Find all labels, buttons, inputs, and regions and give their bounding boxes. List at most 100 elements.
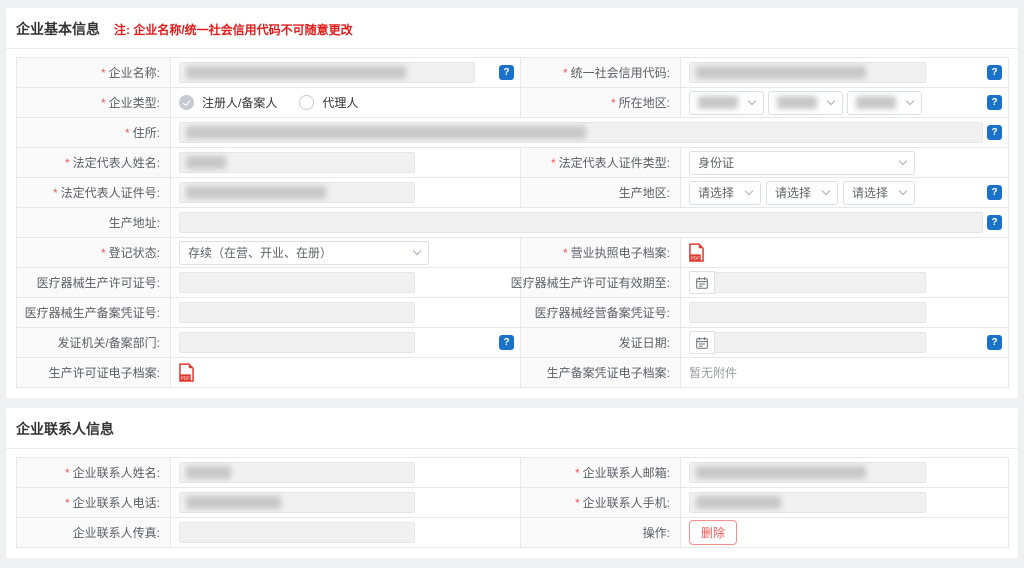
region-district-select[interactable] [847, 91, 922, 115]
contact-phone-input[interactable] [179, 492, 415, 513]
contact-mobile-cell [681, 488, 1009, 518]
company-type-label: * 企业类型: [17, 88, 171, 118]
redacted-legal-rep-name [186, 156, 226, 169]
issuing-authority-cell: ? [171, 328, 521, 358]
prod-license-valid-until-input[interactable] [715, 272, 926, 293]
production-region-district-select[interactable]: 请选择 [843, 181, 915, 205]
company-name-input[interactable] [179, 62, 475, 83]
prod-license-no-cell [171, 268, 521, 298]
region-city-select[interactable] [768, 91, 843, 115]
contact-phone-cell [171, 488, 521, 518]
issue-date-cell: ? [681, 328, 1009, 358]
production-address-cell: ? [171, 208, 1009, 238]
calendar-icon[interactable] [689, 271, 715, 294]
legal-cert-no-cell [171, 178, 521, 208]
radio-agent-label[interactable]: 代理人 [322, 94, 358, 111]
business-filing-no-label: 医疗器械经营备案凭证号: [521, 298, 681, 328]
chevron-down-icon [822, 187, 830, 195]
region-help-icon[interactable]: ? [987, 95, 1002, 110]
contact-info-title: 企业联系人信息 [16, 419, 114, 439]
prod-filing-no-input[interactable] [179, 302, 415, 323]
business-license-file-label: * 营业执照电子档案: [521, 238, 681, 268]
legal-cert-no-label: * 法定代表人证件号: [17, 178, 171, 208]
production-region-cell: 请选择 请选择 请选择 ? [681, 178, 1009, 208]
prod-license-no-input[interactable] [179, 272, 415, 293]
calendar-icon[interactable] [689, 331, 715, 354]
contact-fax-input[interactable] [179, 522, 415, 543]
radio-registrant-label[interactable]: 注册人/备案人 [202, 94, 277, 111]
contact-email-input[interactable] [689, 462, 926, 483]
contact-info-card: 企业联系人信息 * 企业联系人姓名: * 企业联系人邮箱: [6, 408, 1018, 558]
issue-date-help-icon[interactable]: ? [987, 335, 1002, 350]
chevron-down-icon [906, 97, 914, 105]
registration-status-select[interactable]: 存续（在营、开业、在册） [179, 241, 429, 265]
radio-agent-unchecked[interactable] [299, 95, 314, 110]
production-region-help-icon[interactable]: ? [987, 185, 1002, 200]
production-region-label: 生产地区: [521, 178, 681, 208]
issuing-authority-input[interactable] [179, 332, 415, 353]
chevron-down-icon [745, 187, 753, 195]
chevron-down-icon [413, 247, 421, 255]
footer-actions: 修改 [0, 558, 1024, 568]
prod-license-valid-until-datepicker [689, 271, 926, 294]
legal-rep-name-cell [171, 148, 521, 178]
svg-text:PDF: PDF [691, 256, 700, 261]
production-address-label: 生产地址: [17, 208, 171, 238]
prod-filing-file-cell: 暂无附件 [681, 358, 1009, 388]
prod-license-file-label: 生产许可证电子档案: [17, 358, 171, 388]
contact-info-table-wrap: * 企业联系人姓名: * 企业联系人邮箱: [6, 449, 1018, 558]
prod-license-no-label: 医疗器械生产许可证号: [17, 268, 171, 298]
no-attachment-text: 暂无附件 [689, 364, 737, 381]
contact-name-input[interactable] [179, 462, 415, 483]
contact-info-table: * 企业联系人姓名: * 企业联系人邮箱: [16, 457, 1008, 548]
issuing-authority-help-icon[interactable]: ? [499, 335, 514, 350]
basic-info-header: 企业基本信息 注: 企业名称/统一社会信用代码不可随意更改 [6, 8, 1018, 49]
business-license-pdf-icon[interactable]: PDF [689, 243, 704, 262]
redacted-credit-code [696, 66, 866, 79]
contact-email-label: * 企业联系人邮箱: [521, 458, 681, 488]
issue-date-label: 发证日期: [521, 328, 681, 358]
business-filing-no-cell [681, 298, 1009, 328]
contact-name-label: * 企业联系人姓名: [17, 458, 171, 488]
production-region-city-select[interactable]: 请选择 [766, 181, 838, 205]
redacted-company-name [186, 66, 406, 79]
contact-mobile-input[interactable] [689, 492, 926, 513]
legal-cert-type-cell: 身份证 [681, 148, 1009, 178]
business-filing-no-input[interactable] [689, 302, 926, 323]
chevron-down-icon [827, 97, 835, 105]
company-name-cell: ? [171, 58, 521, 88]
production-region-province-select[interactable]: 请选择 [689, 181, 761, 205]
contact-phone-label: * 企业联系人电话: [17, 488, 171, 518]
contact-name-cell [171, 458, 521, 488]
production-address-input[interactable] [179, 212, 983, 233]
credit-code-help-icon[interactable]: ? [987, 65, 1002, 80]
region-label: * 所在地区: [521, 88, 681, 118]
registration-status-label: * 登记状态: [17, 238, 171, 268]
address-help-icon[interactable]: ? [987, 125, 1002, 140]
issuing-authority-label: 发证机关/备案部门: [17, 328, 171, 358]
contact-mobile-label: * 企业联系人手机: [521, 488, 681, 518]
prod-filing-file-label: 生产备案凭证电子档案: [521, 358, 681, 388]
production-address-help-icon[interactable]: ? [987, 215, 1002, 230]
legal-rep-name-input[interactable] [179, 152, 415, 173]
issue-date-input[interactable] [715, 332, 926, 353]
redacted-contact-mobile [696, 496, 781, 509]
radio-registrant-checked[interactable] [179, 95, 194, 110]
address-cell: ? [171, 118, 1009, 148]
address-input[interactable] [179, 122, 983, 143]
chevron-down-icon [748, 97, 756, 105]
company-name-help-icon[interactable]: ? [499, 65, 514, 80]
legal-cert-type-select[interactable]: 身份证 [689, 151, 915, 175]
credit-code-input[interactable] [689, 62, 926, 83]
legal-cert-type-label: * 法定代表人证件类型: [521, 148, 681, 178]
redacted-legal-cert-no [186, 186, 326, 199]
address-label: * 住所: [17, 118, 171, 148]
region-province-select[interactable] [689, 91, 764, 115]
delete-button[interactable]: 删除 [689, 520, 737, 545]
contact-email-cell [681, 458, 1009, 488]
redacted-province [698, 96, 738, 109]
prod-license-valid-until-label: 医疗器械生产许可证有效期至: [521, 268, 681, 298]
contact-fax-cell [171, 518, 521, 548]
prod-license-pdf-icon[interactable]: PDF [179, 363, 194, 382]
legal-cert-no-input[interactable] [179, 182, 415, 203]
